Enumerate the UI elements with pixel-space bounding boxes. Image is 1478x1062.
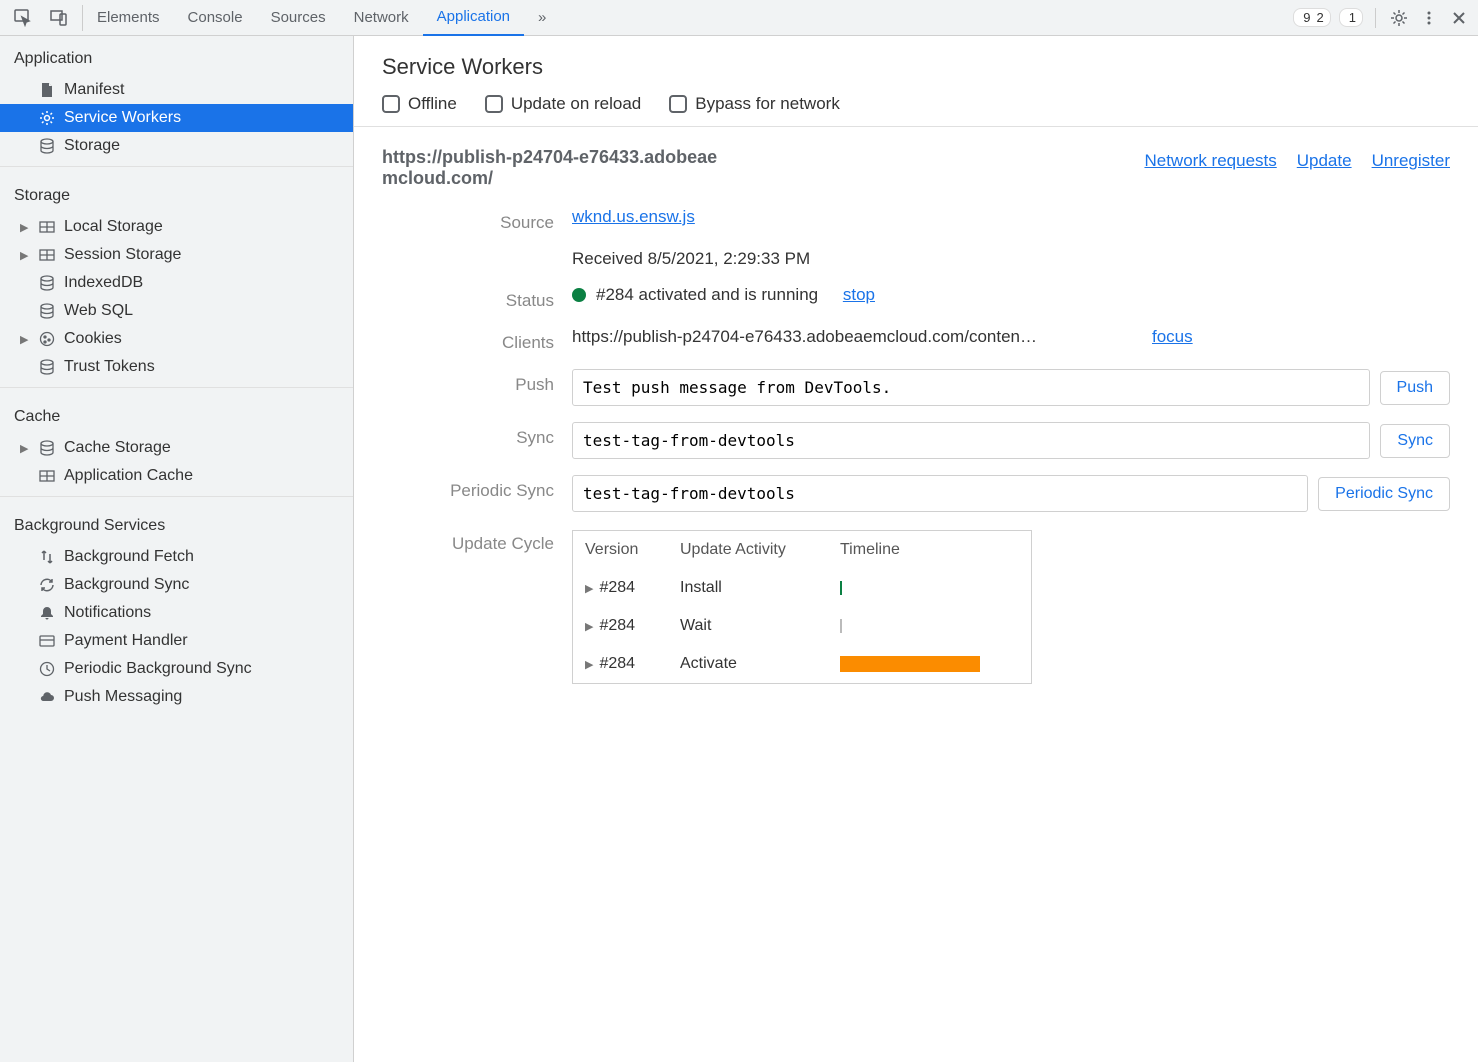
bell-icon	[38, 604, 56, 622]
sidebar-item-bg-sync[interactable]: Background Sync	[0, 571, 353, 599]
kebab-icon[interactable]	[1418, 7, 1440, 29]
sidebar-item-local-storage[interactable]: ▶Local Storage	[0, 213, 353, 241]
inspect-icon[interactable]	[12, 7, 34, 29]
tab-elements[interactable]: Elements	[83, 0, 174, 36]
cloud-icon	[38, 688, 56, 706]
cookie-icon	[38, 330, 56, 348]
cycle-row[interactable]: ▶#284Install	[573, 569, 1031, 607]
application-sidebar: Application Manifest Service Workers Sto…	[0, 36, 354, 1062]
sidebar-item-indexeddb[interactable]: IndexedDB	[0, 269, 353, 297]
sidebar-item-push[interactable]: Push Messaging	[0, 683, 353, 711]
section-storage: Storage	[0, 173, 353, 213]
sidebar-item-cache-storage[interactable]: ▶Cache Storage	[0, 434, 353, 462]
device-toggle-icon[interactable]	[48, 7, 70, 29]
clock-icon	[38, 660, 56, 678]
checkbox-update-on-reload[interactable]: Update on reload	[485, 94, 641, 114]
sidebar-item-session-storage[interactable]: ▶Session Storage	[0, 241, 353, 269]
tab-application[interactable]: Application	[423, 0, 524, 36]
table-icon	[38, 218, 56, 236]
sidebar-item-payment[interactable]: Payment Handler	[0, 627, 353, 655]
label-update-cycle: Update Cycle	[382, 528, 572, 554]
link-update[interactable]: Update	[1297, 151, 1352, 171]
periodic-sync-input[interactable]	[572, 475, 1308, 512]
error-warning-badge[interactable]: 9 2	[1293, 8, 1330, 27]
link-focus[interactable]: focus	[1152, 327, 1193, 347]
sidebar-item-application-cache[interactable]: Application Cache	[0, 462, 353, 490]
file-icon	[38, 81, 56, 99]
section-application: Application	[0, 36, 353, 76]
link-network-requests[interactable]: Network requests	[1144, 151, 1276, 171]
card-icon	[38, 632, 56, 650]
cycle-row[interactable]: ▶#284Activate	[573, 645, 1031, 683]
status-text: #284 activated and is running	[596, 285, 818, 305]
link-stop[interactable]: stop	[843, 285, 875, 305]
sync-icon	[38, 576, 56, 594]
gear-icon[interactable]	[1388, 7, 1410, 29]
checkbox-offline[interactable]: Offline	[382, 94, 457, 114]
label-clients: Clients	[382, 327, 572, 353]
received-time: Received 8/5/2021, 2:29:33 PM	[572, 249, 810, 269]
sidebar-item-periodic-sync[interactable]: Periodic Background Sync	[0, 655, 353, 683]
sidebar-item-notifications[interactable]: Notifications	[0, 599, 353, 627]
sidebar-item-trust-tokens[interactable]: Trust Tokens	[0, 353, 353, 381]
sidebar-item-manifest[interactable]: Manifest	[0, 76, 353, 104]
database-icon	[38, 274, 56, 292]
main-panel: Service Workers Offline Update on reload…	[354, 36, 1478, 1062]
sidebar-item-storage[interactable]: Storage	[0, 132, 353, 160]
table-icon	[38, 246, 56, 264]
source-file-link[interactable]: wknd.us.ensw.js	[572, 207, 695, 227]
sidebar-item-websql[interactable]: Web SQL	[0, 297, 353, 325]
tab-more[interactable]: »	[524, 0, 560, 36]
tab-network[interactable]: Network	[340, 0, 423, 36]
push-button[interactable]: Push	[1380, 371, 1450, 405]
database-icon	[38, 439, 56, 457]
update-cycle-table: Version Update Activity Timeline ▶#284In…	[572, 530, 1032, 684]
label-source: Source	[382, 207, 572, 233]
sidebar-item-service-workers[interactable]: Service Workers	[0, 104, 353, 132]
sync-button[interactable]: Sync	[1380, 424, 1450, 458]
label-push: Push	[382, 369, 572, 395]
label-periodic-sync: Periodic Sync	[382, 475, 572, 501]
sync-input[interactable]	[572, 422, 1370, 459]
close-icon[interactable]	[1448, 7, 1470, 29]
status-dot-icon	[572, 288, 586, 302]
transfer-icon	[38, 548, 56, 566]
table-icon	[38, 467, 56, 485]
gear-icon	[38, 109, 56, 127]
client-url: https://publish-p24704-e76433.adobeaemcl…	[572, 327, 1142, 347]
section-bg-services: Background Services	[0, 503, 353, 543]
label-status: Status	[382, 285, 572, 311]
devtools-tabstrip: Elements Console Sources Network Applica…	[0, 0, 1478, 36]
messages-badge[interactable]: 1	[1339, 8, 1363, 27]
origin-url: https://publish-p24704-e76433.adobeaemcl…	[382, 147, 722, 189]
database-icon	[38, 137, 56, 155]
periodic-sync-button[interactable]: Periodic Sync	[1318, 477, 1450, 511]
label-sync: Sync	[382, 422, 572, 448]
tab-sources[interactable]: Sources	[257, 0, 340, 36]
sidebar-item-cookies[interactable]: ▶Cookies	[0, 325, 353, 353]
push-input[interactable]	[572, 369, 1370, 406]
cycle-row[interactable]: ▶#284Wait	[573, 607, 1031, 645]
checkbox-bypass-network[interactable]: Bypass for network	[669, 94, 840, 114]
database-icon	[38, 358, 56, 376]
tab-console[interactable]: Console	[174, 0, 257, 36]
database-icon	[38, 302, 56, 320]
page-title: Service Workers	[382, 54, 1450, 80]
link-unregister[interactable]: Unregister	[1372, 151, 1450, 171]
sidebar-item-bg-fetch[interactable]: Background Fetch	[0, 543, 353, 571]
section-cache: Cache	[0, 394, 353, 434]
